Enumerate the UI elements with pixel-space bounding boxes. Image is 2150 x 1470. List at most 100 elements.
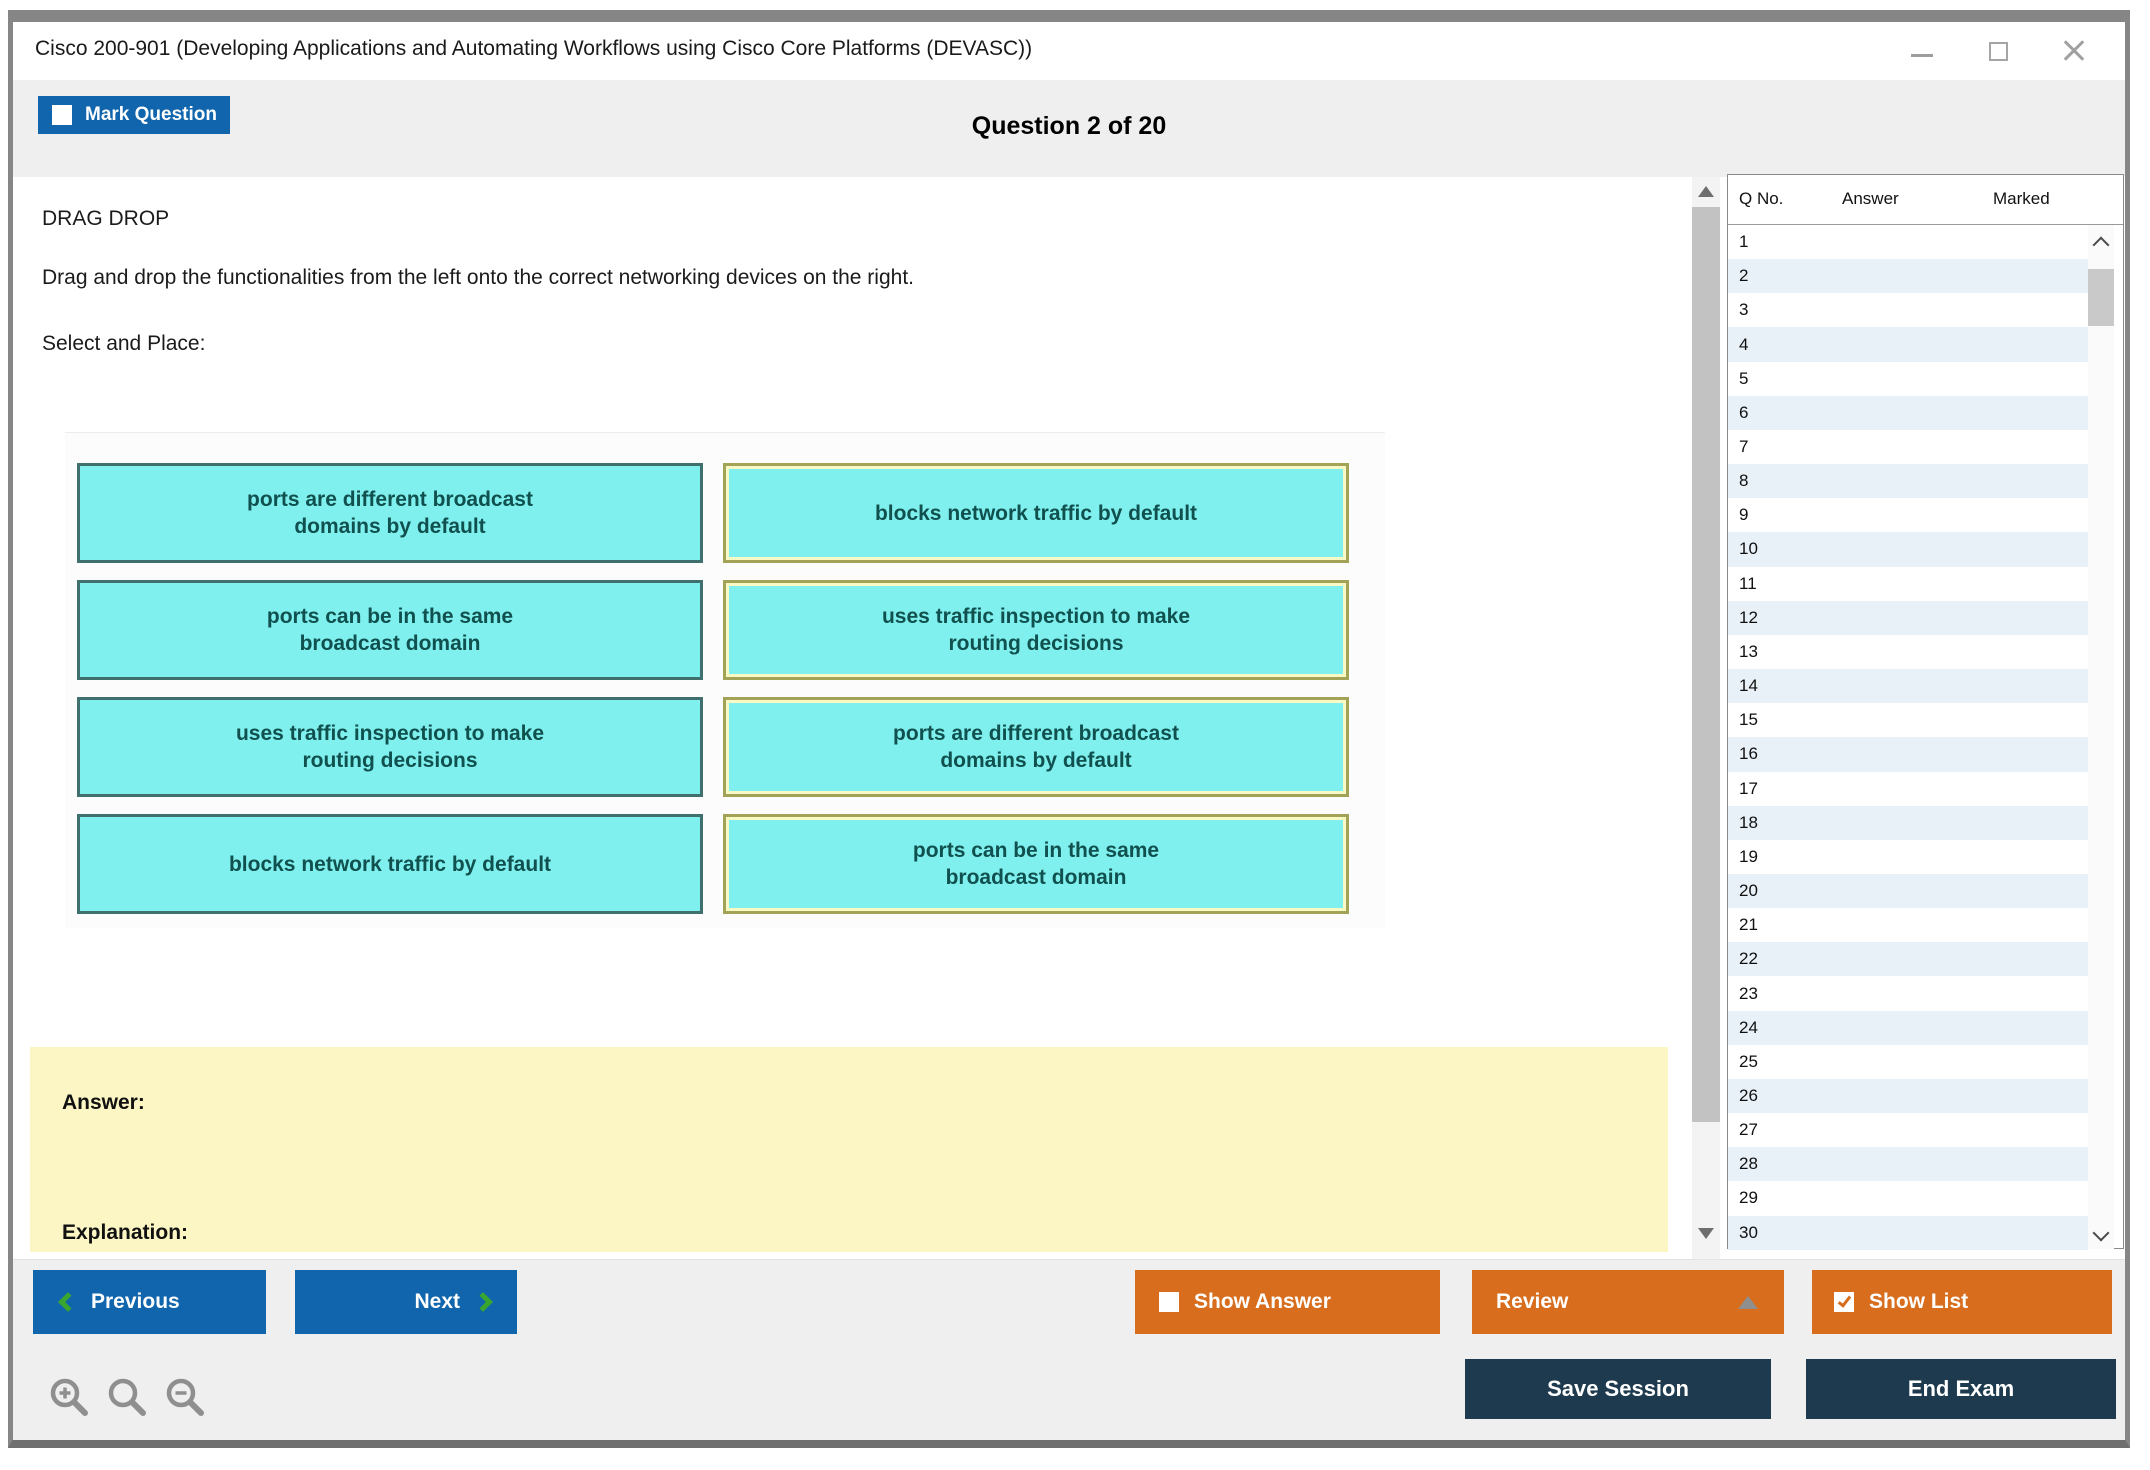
question-number: 27 (1739, 1120, 1758, 1140)
drag-source-label: uses traffic inspection to make routing … (236, 720, 544, 774)
question-number: 15 (1739, 710, 1758, 730)
question-number: 18 (1739, 813, 1758, 833)
zoom-out-icon[interactable] (163, 1376, 209, 1422)
chevron-left-icon (58, 1292, 78, 1312)
question-list-row[interactable]: 28 (1728, 1147, 2088, 1181)
question-list-row[interactable]: 9 (1728, 498, 2088, 532)
content-scrollbar-thumb[interactable] (1692, 207, 1720, 1122)
question-number: 25 (1739, 1052, 1758, 1072)
drop-target-column: blocks network traffic by default uses t… (723, 463, 1349, 914)
save-session-button[interactable]: Save Session (1465, 1359, 1771, 1419)
drag-source-box[interactable]: uses traffic inspection to make routing … (77, 697, 703, 797)
question-number: 9 (1739, 505, 1748, 525)
question-list-row[interactable]: 27 (1728, 1113, 2088, 1147)
question-number: 21 (1739, 915, 1758, 935)
show-answer-button[interactable]: Show Answer (1135, 1270, 1440, 1334)
drop-target-box[interactable]: blocks network traffic by default (723, 463, 1349, 563)
column-header-qno: Q No. (1739, 189, 1783, 209)
column-header-answer: Answer (1842, 189, 1899, 209)
end-exam-button[interactable]: End Exam (1806, 1359, 2116, 1419)
question-number: 19 (1739, 847, 1758, 867)
drag-source-label: ports can be in the same broadcast domai… (267, 603, 513, 657)
question-list-row[interactable]: 5 (1728, 362, 2088, 396)
drag-source-column: ports are different broadcast domains by… (77, 463, 703, 914)
next-label: Next (414, 1290, 460, 1314)
question-list-row[interactable]: 29 (1728, 1181, 2088, 1215)
end-exam-label: End Exam (1908, 1376, 2014, 1402)
maximize-button[interactable] (1985, 38, 2011, 64)
question-list-row[interactable]: 23 (1728, 976, 2088, 1010)
question-number: 10 (1739, 539, 1758, 559)
question-list-scrollbar-thumb[interactable] (2088, 269, 2114, 326)
question-list-row[interactable]: 15 (1728, 703, 2088, 737)
drop-target-label: uses traffic inspection to make routing … (882, 603, 1190, 657)
question-list-row[interactable]: 1 (1728, 225, 2088, 259)
show-list-checkbox[interactable] (1834, 1292, 1854, 1312)
magnifier-icon[interactable] (105, 1376, 151, 1422)
previous-label: Previous (91, 1290, 180, 1314)
answer-label: Answer: (62, 1091, 145, 1115)
question-list-row[interactable]: 12 (1728, 601, 2088, 635)
question-list-row[interactable]: 8 (1728, 464, 2088, 498)
question-list-row[interactable]: 3 (1728, 293, 2088, 327)
question-list-row[interactable]: 25 (1728, 1045, 2088, 1079)
scroll-up-icon[interactable] (2093, 237, 2110, 254)
question-list-row[interactable]: 30 (1728, 1216, 2088, 1250)
previous-button[interactable]: Previous (33, 1270, 266, 1334)
question-number: 5 (1739, 369, 1748, 389)
drag-source-box[interactable]: blocks network traffic by default (77, 814, 703, 914)
question-list-row[interactable]: 19 (1728, 840, 2088, 874)
question-list-row[interactable]: 16 (1728, 737, 2088, 771)
question-list-row[interactable]: 13 (1728, 635, 2088, 669)
question-number: 30 (1739, 1223, 1758, 1243)
drag-source-label: blocks network traffic by default (229, 851, 551, 878)
content-scrollbar[interactable] (1692, 177, 1720, 1259)
question-list-row[interactable]: 10 (1728, 532, 2088, 566)
question-number: 24 (1739, 1018, 1758, 1038)
next-button[interactable]: Next (295, 1270, 517, 1334)
column-header-marked: Marked (1993, 189, 2050, 209)
question-number: 2 (1739, 266, 1748, 286)
question-number: 4 (1739, 335, 1748, 355)
question-list-row[interactable]: 4 (1728, 327, 2088, 361)
question-list-row[interactable]: 14 (1728, 669, 2088, 703)
scroll-down-icon[interactable] (1698, 1228, 1714, 1239)
question-list-row[interactable]: 11 (1728, 567, 2088, 601)
question-list-row[interactable]: 7 (1728, 430, 2088, 464)
drop-target-box[interactable]: ports are different broadcast domains by… (723, 697, 1349, 797)
question-number: 23 (1739, 984, 1758, 1004)
review-label: Review (1496, 1290, 1568, 1314)
question-list-row[interactable]: 22 (1728, 942, 2088, 976)
scroll-up-icon[interactable] (1698, 186, 1714, 197)
drag-source-box[interactable]: ports are different broadcast domains by… (77, 463, 703, 563)
drag-source-box[interactable]: ports can be in the same broadcast domai… (77, 580, 703, 680)
close-button[interactable] (2061, 38, 2087, 64)
question-number: 8 (1739, 471, 1748, 491)
question-list-row[interactable]: 6 (1728, 396, 2088, 430)
question-number: 26 (1739, 1086, 1758, 1106)
question-list-row[interactable]: 24 (1728, 1011, 2088, 1045)
question-list-row[interactable]: 2 (1728, 259, 2088, 293)
check-icon (1837, 1293, 1851, 1308)
show-list-button[interactable]: Show List (1812, 1270, 2112, 1334)
question-list-scrollbar[interactable] (2088, 225, 2114, 1249)
minimize-button[interactable] (1909, 38, 1935, 64)
question-list-row[interactable]: 18 (1728, 806, 2088, 840)
scroll-down-icon[interactable] (2093, 1225, 2110, 1242)
chevron-right-icon (473, 1292, 493, 1312)
question-list-row[interactable]: 21 (1728, 908, 2088, 942)
review-button[interactable]: Review (1472, 1270, 1784, 1334)
question-number: 13 (1739, 642, 1758, 662)
question-list-row[interactable]: 20 (1728, 874, 2088, 908)
question-number: 11 (1739, 574, 1757, 594)
drop-target-label: ports are different broadcast domains by… (893, 720, 1179, 774)
close-icon (2061, 38, 2087, 64)
question-list-row[interactable]: 17 (1728, 772, 2088, 806)
show-answer-checkbox[interactable] (1159, 1292, 1179, 1312)
zoom-in-icon[interactable] (47, 1376, 93, 1422)
question-list-row[interactable]: 26 (1728, 1079, 2088, 1113)
question-number: 12 (1739, 608, 1758, 628)
drop-target-box[interactable]: ports can be in the same broadcast domai… (723, 814, 1349, 914)
drop-target-box[interactable]: uses traffic inspection to make routing … (723, 580, 1349, 680)
question-number: 14 (1739, 676, 1758, 696)
